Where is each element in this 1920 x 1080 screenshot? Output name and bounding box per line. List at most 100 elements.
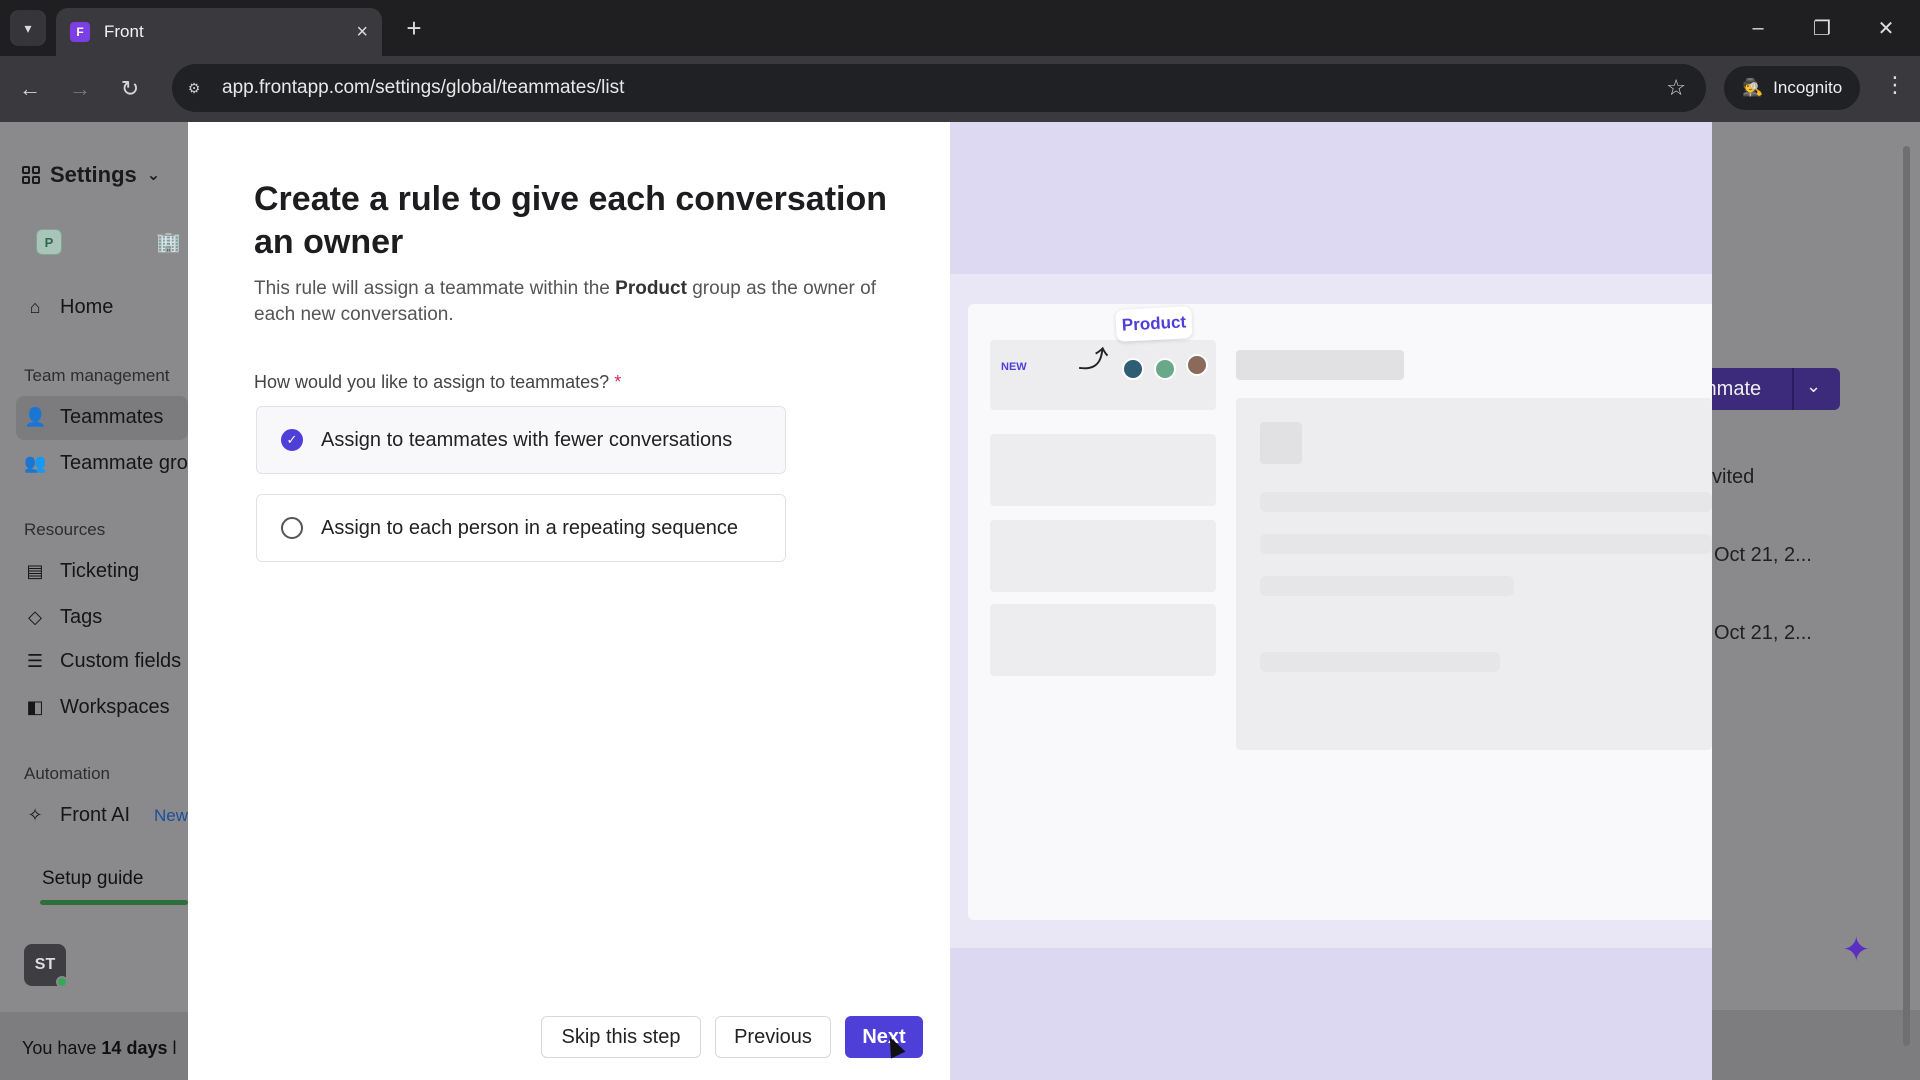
personal-workspace-badge[interactable]: P <box>36 229 62 255</box>
section-resources: Resources <box>24 520 106 539</box>
home-icon: ⌂ <box>29 297 41 317</box>
placeholder-bar <box>1260 576 1514 596</box>
radio-unchecked-icon[interactable] <box>281 517 303 539</box>
close-tab-icon[interactable]: × <box>356 21 368 44</box>
sidebar-item-label: Home <box>60 296 114 318</box>
back-arrow-icon[interactable]: ← <box>14 73 46 105</box>
user-icon: 👤 <box>24 407 47 427</box>
setup-progress-bar <box>40 900 188 905</box>
sidebar-item-workspaces[interactable]: ◧ Workspaces <box>24 696 170 719</box>
option-repeating-sequence[interactable]: Assign to each person in a repeating seq… <box>256 494 786 562</box>
ticket-icon: ▤ <box>26 561 44 581</box>
sidebar-item-label: Teammates <box>60 406 164 428</box>
section-automation: Automation <box>24 764 110 783</box>
trial-days: 14 days <box>101 1038 168 1058</box>
fields-icon: ☰ <box>26 651 44 671</box>
new-badge: New <box>154 805 189 825</box>
trial-banner: You have 14 days l <box>0 1012 188 1080</box>
tab-search-button[interactable]: ▾ <box>10 10 46 46</box>
next-button[interactable]: Next <box>845 1016 923 1058</box>
browser-tabstrip: ▾ F Front × + – ❐ ✕ <box>0 0 1920 56</box>
desc-prefix: This rule will assign a teammate within … <box>254 278 616 299</box>
minimize-icon[interactable]: – <box>1740 12 1776 44</box>
trial-suffix: l <box>167 1038 177 1058</box>
skip-step-button[interactable]: Skip this step <box>541 1016 701 1058</box>
building-icon[interactable]: 🏢 <box>156 230 181 255</box>
modal-description: This rule will assign a teammate within … <box>254 276 894 328</box>
new-tag: NEW <box>1001 361 1027 373</box>
section-team-management: Team management <box>24 366 170 385</box>
settings-title: Settings <box>50 162 137 187</box>
desc-group-name: Product <box>615 278 687 299</box>
product-group-pill: Product <box>1115 306 1193 342</box>
settings-menu[interactable]: Settings ⌄ <box>22 162 160 188</box>
modal-title: Create a rule to give each conversation … <box>254 180 888 261</box>
illustration-footer <box>950 948 1712 1080</box>
placeholder-square <box>1260 422 1302 464</box>
previous-button[interactable]: Previous <box>715 1016 831 1058</box>
address-bar[interactable]: ⚙ app.frontapp.com/settings/global/teamm… <box>172 64 1706 112</box>
incognito-indicator[interactable]: 🕵 Incognito <box>1724 66 1861 110</box>
placeholder-bar <box>1260 652 1500 672</box>
chevron-down-icon: ⌄ <box>146 167 161 184</box>
site-info-icon[interactable]: ⚙ <box>182 76 206 100</box>
sidebar-item-label: Ticketing <box>60 560 140 582</box>
assign-question: How would you like to assign to teammate… <box>254 372 621 393</box>
browser-tab-front[interactable]: F Front × <box>56 8 382 56</box>
sidebar-item-label: Workspaces <box>60 696 170 718</box>
browser-toolbar: ← → ↻ ⚙ app.frontapp.com/settings/global… <box>0 56 1920 122</box>
footer-strip <box>1712 1010 1920 1080</box>
sidebar-item-home[interactable]: ⌂ Home <box>24 296 114 319</box>
settings-sidebar: Settings ⌄ P 🏢 ⌂ Home Team management 👤 … <box>0 122 188 1080</box>
scrollbar-thumb[interactable] <box>1903 146 1910 1046</box>
bookmark-star-icon[interactable]: ☆ <box>1666 75 1686 101</box>
radio-checked-icon[interactable]: ✓ <box>281 429 303 451</box>
close-window-icon[interactable]: ✕ <box>1868 12 1904 44</box>
online-status-dot <box>56 976 68 988</box>
required-marker: * <box>614 372 622 392</box>
sidebar-item-label: Teammate gro <box>60 452 188 474</box>
sidebar-item-custom-fields[interactable]: ☰ Custom fields <box>24 650 181 673</box>
placeholder-bar <box>1236 350 1404 380</box>
chevron-down-icon[interactable]: ⌄ <box>1806 376 1821 397</box>
scope-switcher: P 🏢 <box>16 222 188 262</box>
trial-prefix: You have <box>22 1038 102 1058</box>
tag-icon: ◇ <box>28 607 42 627</box>
option-label: Assign to each person in a repeating seq… <box>321 516 738 539</box>
users-icon: 👥 <box>24 453 47 473</box>
incognito-icon: 🕵 <box>1742 78 1764 97</box>
sidebar-item-teammates[interactable]: 👤 Teammates <box>24 406 163 429</box>
workspace-icon: ◧ <box>26 697 44 717</box>
browser-menu-icon[interactable]: ⋮ <box>1884 72 1906 98</box>
invited-date: Oct 21, 2... <box>1714 622 1812 644</box>
sidebar-item-teammate-groups[interactable]: 👥 Teammate gro <box>24 452 188 475</box>
option-fewer-conversations[interactable]: ✓ Assign to teammates with fewer convers… <box>256 406 786 474</box>
teammate-avatar <box>1186 354 1208 376</box>
sidebar-item-label: Tags <box>60 606 103 628</box>
grid-icon <box>22 166 40 184</box>
modal-content: Create a rule to give each conversation … <box>188 122 950 1080</box>
incognito-label: Incognito <box>1773 78 1843 97</box>
option-label: Assign to teammates with fewer conversat… <box>321 428 733 451</box>
sparkle-icon: ✧ <box>27 805 43 825</box>
reload-icon[interactable]: ↻ <box>114 73 146 105</box>
url-text[interactable]: app.frontapp.com/settings/global/teammat… <box>222 77 1666 99</box>
placeholder-bar <box>1260 492 1712 512</box>
sidebar-item-tags[interactable]: ◇ Tags <box>24 606 102 629</box>
sidebar-item-label: Front AI <box>60 804 131 826</box>
column-header-invited: vited <box>1712 466 1755 488</box>
restore-icon[interactable]: ❐ <box>1804 12 1840 44</box>
forward-arrow-icon[interactable]: → <box>64 73 96 105</box>
tab-title: Front <box>104 22 144 41</box>
page-scrollbar[interactable] <box>1900 132 1912 1072</box>
sidebar-item-ticketing[interactable]: ▤ Ticketing <box>24 560 139 583</box>
button-divider <box>1792 368 1794 410</box>
sidebar-item-front-ai[interactable]: ✧ Front AI New <box>24 804 188 827</box>
invited-date: Oct 21, 2... <box>1714 544 1812 566</box>
setup-guide-link[interactable]: Setup guide <box>42 868 143 890</box>
question-label: How would you like to assign to teammate… <box>254 372 610 392</box>
new-tab-button[interactable]: + <box>398 12 430 44</box>
placeholder-row <box>990 434 1216 506</box>
ai-sparkle-icon[interactable]: ✦ <box>1842 930 1871 970</box>
illustration-panel: NEW ⤴ Product <box>950 122 1712 1080</box>
